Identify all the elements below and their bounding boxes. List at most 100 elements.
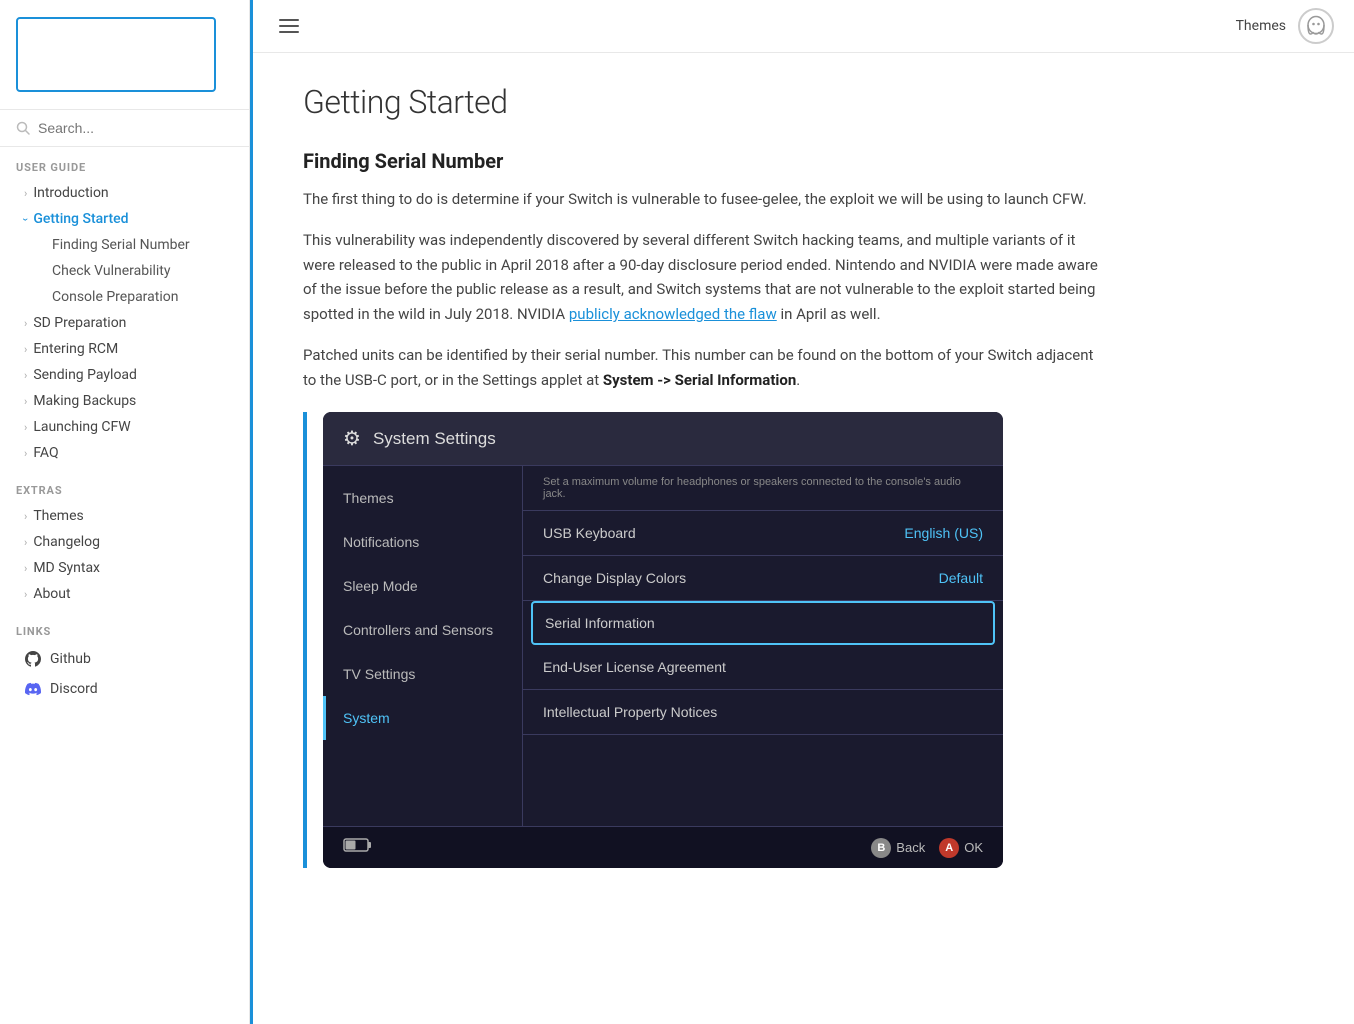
section-heading-serial: Finding Serial Number (303, 149, 1103, 173)
search-icon (16, 121, 30, 135)
themes-link[interactable]: Themes (1236, 18, 1286, 34)
settings-gear-icon: ⚙ (343, 426, 361, 451)
sidebar-item-sd-prep[interactable]: › SD Preparation (16, 310, 233, 336)
chevron-icon: › (24, 536, 27, 549)
switch-menu: Themes Notifications Sleep Mode Controll… (323, 466, 523, 826)
switch-row-label: Change Display Colors (543, 570, 686, 586)
sidebar: USER GUIDE › Introduction › Getting Star… (0, 0, 250, 1024)
user-guide-section: USER GUIDE › Introduction › Getting Star… (0, 147, 249, 470)
sidebar-item-label: Introduction (33, 185, 108, 201)
ghost-button[interactable] (1298, 8, 1334, 44)
switch-menu-tv: TV Settings (323, 652, 522, 696)
sidebar-sub-finding-serial[interactable]: Finding Serial Number (44, 232, 233, 258)
hamburger-line (279, 25, 299, 27)
switch-menu-controllers: Controllers and Sensors (323, 608, 522, 652)
sidebar-sub-console-prep[interactable]: Console Preparation (44, 284, 233, 310)
switch-menu-notifications: Notifications (323, 520, 522, 564)
chevron-icon: › (24, 187, 27, 200)
switch-row-value: Default (939, 570, 983, 586)
switch-row-value: English (US) (904, 525, 983, 541)
screenshot-container: ⚙ System Settings Themes Notifications S… (303, 412, 1103, 868)
sidebar-item-label: Making Backups (33, 393, 136, 409)
switch-footer-buttons: B Back A OK (871, 838, 983, 858)
switch-menu-system: System (323, 696, 522, 740)
sidebar-logo-area (0, 0, 249, 110)
para2-link[interactable]: publicly acknowledged the flaw (569, 305, 777, 323)
ok-label: OK (964, 840, 983, 855)
sidebar-item-label: About (33, 586, 70, 602)
switch-screenshot: ⚙ System Settings Themes Notifications S… (323, 412, 1003, 868)
sidebar-item-themes[interactable]: › Themes (16, 503, 233, 529)
links-section: LINKS Github Discord (0, 611, 249, 708)
chevron-icon: › (24, 395, 27, 408)
para3-bold: System -> Serial Information (603, 371, 796, 389)
extras-section: EXTRAS › Themes › Changelog › MD Syntax … (0, 470, 249, 611)
para-2: This vulnerability was independently dis… (303, 228, 1103, 327)
sidebar-item-label: Sending Payload (33, 367, 137, 383)
switch-row-usb-keyboard: USB Keyboard English (US) (523, 511, 1003, 556)
topbar-left (273, 13, 305, 39)
discord-link-label: Discord (50, 681, 98, 697)
sidebar-item-label: Changelog (33, 534, 100, 550)
sidebar-link-github[interactable]: Github (16, 644, 233, 674)
b-button: B (871, 838, 891, 858)
sidebar-item-md-syntax[interactable]: › MD Syntax (16, 555, 233, 581)
topbar: Themes (253, 0, 1354, 53)
sidebar-item-entering-rcm[interactable]: › Entering RCM (16, 336, 233, 362)
sidebar-item-sending-payload[interactable]: › Sending Payload (16, 362, 233, 388)
chevron-icon: › (24, 447, 27, 460)
hamburger-line (279, 19, 299, 21)
hamburger-button[interactable] (273, 13, 305, 39)
sidebar-sub-check-vulnerability[interactable]: Check Vulnerability (44, 258, 233, 284)
sidebar-item-label: Getting Started (33, 211, 128, 227)
sidebar-item-introduction[interactable]: › Introduction (16, 180, 233, 206)
content-area: Getting Started Finding Serial Number Th… (253, 53, 1153, 1024)
switch-top-note: Set a maximum volume for headphones or s… (523, 466, 1003, 511)
sidebar-item-getting-started[interactable]: › Getting Started (16, 206, 233, 232)
switch-menu-themes: Themes (323, 476, 522, 520)
switch-content: Set a maximum volume for headphones or s… (523, 466, 1003, 826)
topbar-right: Themes (1236, 8, 1334, 44)
active-indicator (250, 0, 253, 1024)
sidebar-item-label: Themes (33, 508, 83, 524)
sidebar-item-faq[interactable]: › FAQ (16, 440, 233, 466)
back-label: Back (896, 840, 925, 855)
chevron-icon: › (24, 369, 27, 382)
search-input[interactable] (38, 120, 233, 136)
chevron-icon: › (24, 510, 27, 523)
sidebar-item-changelog[interactable]: › Changelog (16, 529, 233, 555)
switch-row-eula: End-User License Agreement (523, 645, 1003, 690)
switch-row-label: Serial Information (545, 615, 655, 631)
main-area: Themes Getting Started Finding Serial Nu… (253, 0, 1354, 1024)
switch-row-display-colors: Change Display Colors Default (523, 556, 1003, 601)
switch-row-serial-info: Serial Information (531, 601, 995, 645)
user-guide-title: USER GUIDE (16, 161, 233, 174)
switch-footer: B Back A OK (323, 826, 1003, 868)
page-title: Getting Started (303, 83, 1103, 121)
switch-row-ip-notices: Intellectual Property Notices (523, 690, 1003, 735)
chevron-icon: › (24, 343, 27, 356)
a-button: A (939, 838, 959, 858)
sidebar-item-launching-cfw[interactable]: › Launching CFW (16, 414, 233, 440)
para-1: The first thing to do is determine if yo… (303, 187, 1103, 212)
switch-battery-icon (343, 837, 373, 858)
sidebar-item-label: MD Syntax (33, 560, 100, 576)
links-title: LINKS (16, 625, 233, 638)
sidebar-link-discord[interactable]: Discord (16, 674, 233, 704)
github-link-label: Github (50, 651, 91, 667)
switch-row-label: End-User License Agreement (543, 659, 726, 675)
sidebar-item-label: SD Preparation (33, 315, 126, 331)
extras-title: EXTRAS (16, 484, 233, 497)
sidebar-item-about[interactable]: › About (16, 581, 233, 607)
chevron-icon: › (24, 421, 27, 434)
sidebar-item-label: Entering RCM (33, 341, 118, 357)
sidebar-item-making-backups[interactable]: › Making Backups (16, 388, 233, 414)
switch-row-label: USB Keyboard (543, 525, 636, 541)
back-button: B Back (871, 838, 925, 858)
sidebar-search-container[interactable] (0, 110, 249, 147)
switch-body: Themes Notifications Sleep Mode Controll… (323, 466, 1003, 826)
logo-box (16, 17, 216, 92)
chevron-icon: › (24, 317, 27, 330)
github-icon (24, 650, 42, 668)
para2-text2: in April as well. (777, 305, 881, 323)
